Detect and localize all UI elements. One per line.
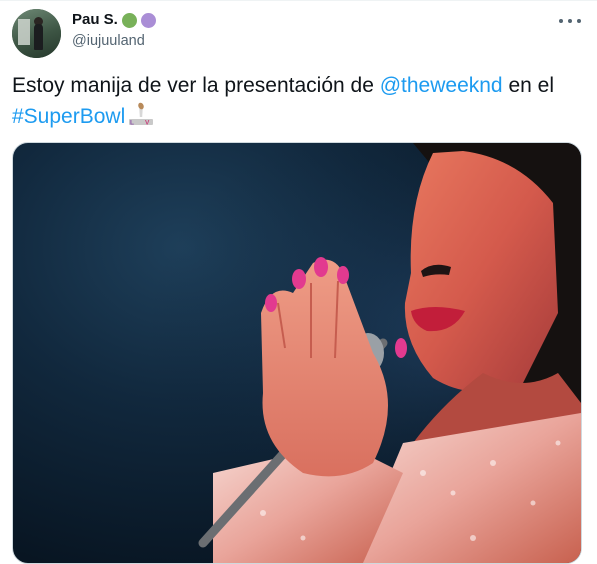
dot [577, 19, 581, 23]
tweet-text-part: en el [502, 74, 554, 97]
green-circle-emoji-icon [121, 12, 137, 28]
author-display-name[interactable]: Pau S. [72, 11, 118, 29]
hashtag-link[interactable]: #SuperBowl [12, 105, 125, 128]
avatar-door [18, 19, 30, 45]
avatar[interactable] [12, 9, 61, 58]
tweet-card[interactable]: Pau S. @iujuuland Estoy manija de ver la… [0, 0, 597, 564]
svg-text:L: L [130, 120, 134, 127]
avatar-person-body [34, 24, 43, 50]
tweet-photo[interactable] [12, 142, 582, 564]
dot [559, 19, 563, 23]
tweet-text-part: Estoy manija de ver la presentación de [12, 74, 380, 97]
divider [0, 0, 597, 1]
svg-text:V: V [145, 120, 150, 127]
tweet-text: Estoy manija de ver la presentación de @… [12, 70, 582, 135]
dot [568, 19, 572, 23]
author-name-row[interactable]: Pau S. [72, 11, 156, 29]
super-bowl-lv-logo-icon: L V [126, 102, 156, 135]
purple-circle-emoji-icon [140, 12, 156, 28]
author-handle[interactable]: @iujuuland [72, 33, 145, 49]
more-options-icon[interactable] [559, 12, 581, 30]
mention-link[interactable]: @theweeknd [380, 74, 503, 97]
photo-illustration [13, 143, 581, 563]
